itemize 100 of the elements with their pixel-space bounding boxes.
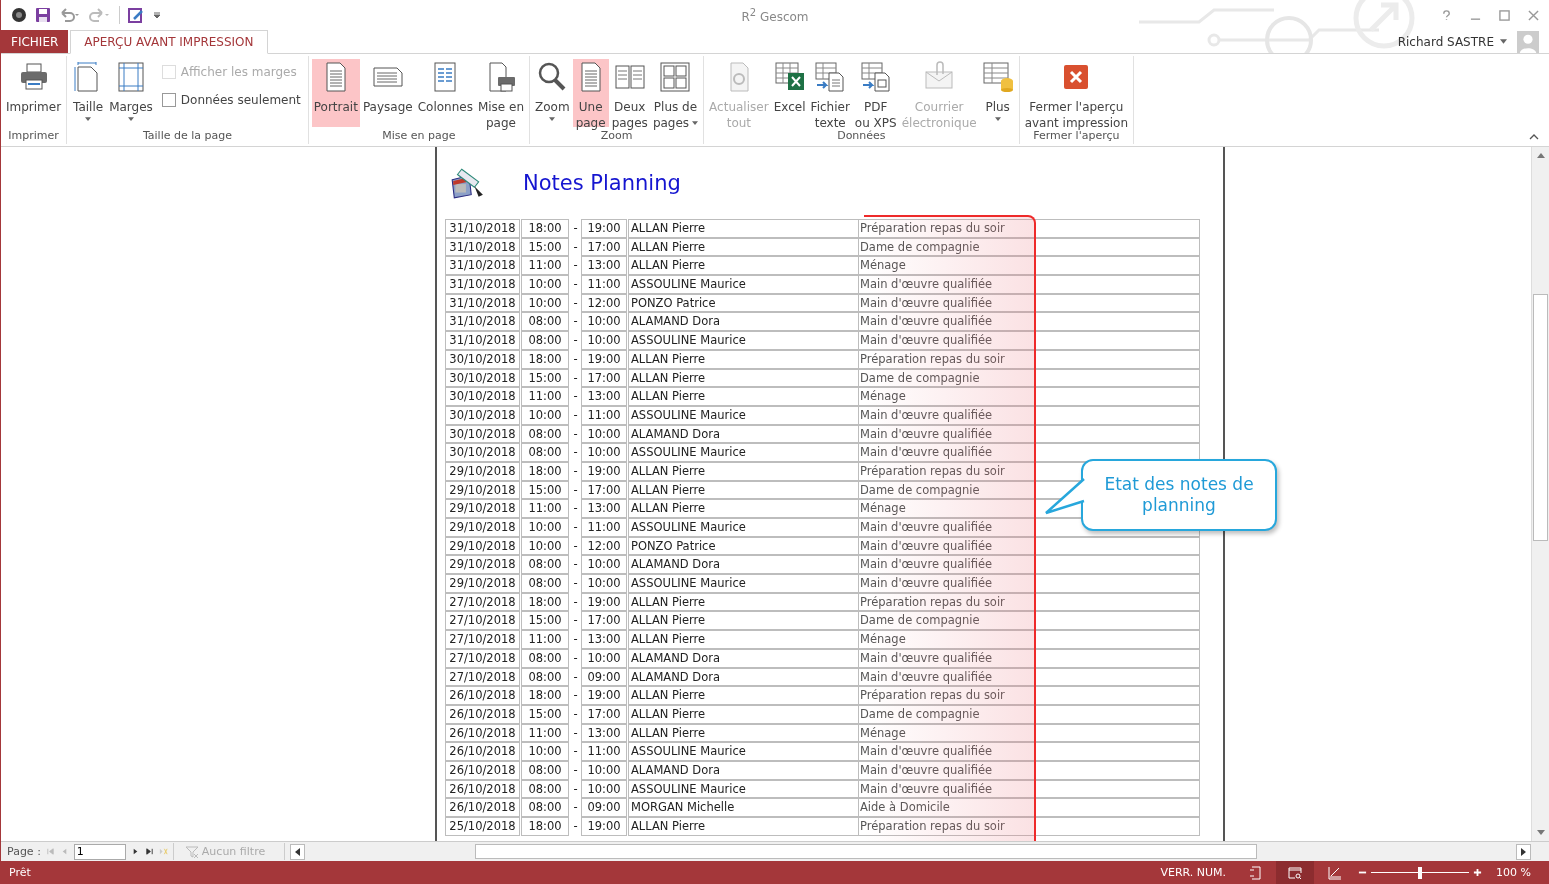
table-cell: 08:00: [521, 779, 569, 799]
table-cell: 11:00: [521, 387, 569, 406]
table-cell: ALLAN Pierre: [628, 592, 859, 612]
table-cell: ALAMAND Dora: [628, 667, 859, 687]
ribbon-button[interactable]: Colonnes: [415, 59, 475, 127]
view-button[interactable]: [1276, 861, 1315, 884]
table-cell: Ménage: [859, 723, 1200, 743]
table-cell: Main d'œuvre qualifiée: [859, 536, 1200, 556]
table-cell: ASSOULINE Maurice: [628, 331, 859, 350]
ribbon-button[interactable]: Zoom: [533, 59, 572, 127]
group-label: Fermer l'aperçu: [1032, 129, 1120, 144]
separator-dash: -: [572, 687, 579, 705]
table-cell: MORGAN Michelle: [628, 798, 859, 817]
table-cell: 10:00: [581, 555, 627, 575]
table-cell: 18:00: [521, 817, 569, 836]
ribbon-button[interactable]: Paysage: [360, 59, 415, 127]
undo-icon[interactable]: [59, 7, 81, 23]
app-logo-icon[interactable]: [11, 7, 27, 23]
scroll-left-icon[interactable]: [289, 843, 305, 860]
separator-dash: -: [572, 388, 579, 406]
table-cell: ALLAN Pierre: [628, 349, 859, 369]
separator-dash: -: [572, 612, 579, 630]
table-cell: 11:00: [521, 630, 569, 649]
ribbon-tab[interactable]: APERÇU AVANT IMPRESSION: [70, 30, 268, 54]
last-page-icon[interactable]: [144, 847, 154, 856]
scroll-down-icon[interactable]: [1536, 830, 1545, 835]
caret-icon: [1500, 39, 1507, 44]
ribbon-button[interactable]: Imprimer: [4, 59, 64, 127]
scroll-up-icon[interactable]: [1536, 153, 1545, 158]
table-cell: 27/10/2018: [445, 592, 520, 612]
table-cell: 27/10/2018: [445, 611, 520, 631]
separator-dash: -: [572, 575, 579, 593]
table-cell: 10:00: [521, 518, 569, 537]
separator-dash: -: [572, 425, 579, 443]
table-cell: 26/10/2018: [445, 686, 520, 705]
vertical-scrollbar[interactable]: [1531, 147, 1549, 841]
separator-dash: -: [572, 332, 579, 350]
table-cell: 26/10/2018: [445, 704, 520, 724]
table-cell: 31/10/2018: [445, 275, 520, 294]
file-tab[interactable]: FICHIER: [1, 30, 69, 53]
zoom-slider[interactable]: [1371, 866, 1470, 879]
text-file-export-icon: [814, 61, 847, 93]
table-cell: 11:00: [521, 256, 569, 276]
ribbon-button[interactable]: Fichier texte: [808, 59, 852, 127]
table-cell: 11:00: [581, 405, 627, 425]
collapse-ribbon-icon[interactable]: [1529, 134, 1539, 140]
table-cell: Main d'œuvre qualifiée: [859, 331, 1200, 350]
table-cell: Main d'œuvre qualifiée: [859, 779, 1200, 799]
save-icon[interactable]: [35, 7, 51, 23]
scroll-right-icon[interactable]: [1516, 843, 1531, 860]
table-cell: 19:00: [581, 592, 627, 612]
table-cell: 29/10/2018: [445, 480, 520, 500]
close-icon[interactable]: [1528, 9, 1539, 21]
table-cell: Main d'œuvre qualifiée: [859, 760, 1200, 780]
ribbon-button[interactable]: PDF ou XPS: [852, 59, 899, 127]
table-cell: Ménage: [859, 387, 1200, 406]
ribbon-button[interactable]: Taille: [70, 59, 107, 127]
zoom-in-icon[interactable]: [1473, 868, 1483, 877]
table-cell: 29/10/2018: [445, 555, 520, 575]
four-pages-icon: [659, 61, 692, 93]
ribbon-button[interactable]: Marges: [107, 59, 155, 127]
separator-dash: -: [572, 705, 579, 723]
table-cell: Dame de compagnie: [859, 237, 1200, 257]
separator-dash: -: [572, 294, 579, 312]
help-icon[interactable]: [1441, 9, 1452, 21]
table-cell: 15:00: [521, 237, 569, 257]
table-cell: Main d'œuvre qualifiée: [859, 648, 1200, 668]
checkbox[interactable]: Données seulement: [161, 93, 301, 107]
table-cell: ALLAN Pierre: [628, 219, 859, 238]
ribbon-button[interactable]: Portrait: [311, 59, 360, 127]
table-cell: 10:00: [581, 424, 627, 444]
table-cell: 30/10/2018: [445, 405, 520, 425]
table-cell: 10:00: [521, 293, 569, 313]
user-menu[interactable]: Richard SASTRE: [1391, 30, 1513, 53]
separator-dash: -: [572, 556, 579, 574]
page-number-field[interactable]: 1: [73, 843, 126, 860]
table-cell: 26/10/2018: [445, 760, 520, 780]
table-cell: ALAMAND Dora: [628, 760, 859, 780]
table-cell: Ménage: [859, 630, 1200, 649]
table-cell: 15:00: [521, 611, 569, 631]
table-cell: Main d'œuvre qualifiée: [859, 293, 1200, 313]
ribbon-button[interactable]: Plus: [979, 59, 1016, 127]
form-edit-icon[interactable]: [128, 7, 144, 23]
table-cell: 29/10/2018: [445, 518, 520, 537]
maximize-icon[interactable]: [1499, 9, 1510, 21]
table-cell: 17:00: [581, 237, 627, 257]
filter-clear-icon: [184, 845, 199, 858]
customize-menu-icon[interactable]: [152, 10, 162, 20]
separator-dash: -: [572, 257, 579, 275]
group-label: Zoom: [600, 129, 633, 144]
separator-dash: -: [572, 818, 579, 835]
table-cell: Main d'œuvre qualifiée: [859, 574, 1200, 593]
table-cell: 15:00: [521, 368, 569, 388]
table-cell: 08:00: [521, 648, 569, 668]
table-cell: ALAMAND Dora: [628, 424, 859, 444]
table-cell: 30/10/2018: [445, 349, 520, 369]
separator-dash: -: [572, 724, 579, 742]
table-cell: 10:00: [581, 760, 627, 780]
table-cell: 08:00: [521, 443, 569, 462]
ribbon-button[interactable]: Excel: [771, 59, 808, 127]
